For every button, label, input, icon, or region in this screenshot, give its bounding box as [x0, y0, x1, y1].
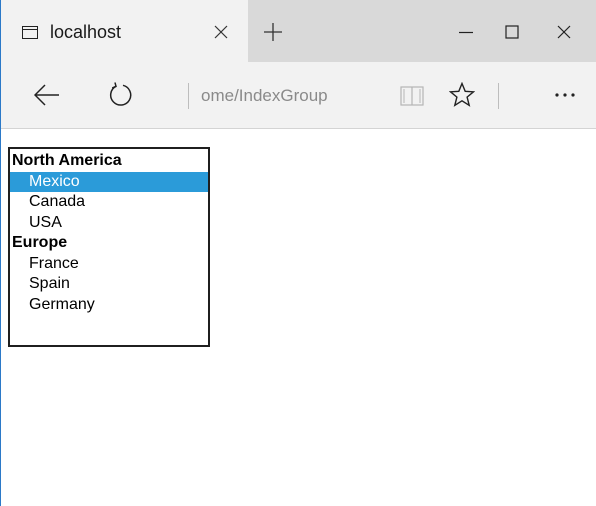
- option-france[interactable]: France: [10, 254, 208, 275]
- toolbar-divider: [188, 83, 189, 109]
- address-bar[interactable]: ome/IndexGroup: [201, 83, 381, 109]
- toolbar-divider: [498, 83, 499, 109]
- option-mexico[interactable]: Mexico: [10, 171, 208, 192]
- option-germany[interactable]: Germany: [10, 295, 208, 316]
- new-tab-plus-icon[interactable]: [259, 18, 287, 46]
- close-window-icon[interactable]: [541, 12, 587, 52]
- favorite-star-icon[interactable]: [446, 79, 478, 111]
- optgroup-north-america: North America: [12, 152, 122, 169]
- country-listbox[interactable]: North America Mexico Canada USA Europe F…: [8, 147, 210, 347]
- refresh-icon[interactable]: [105, 79, 137, 111]
- close-tab-icon[interactable]: [207, 18, 235, 46]
- tab-title: localhost: [50, 22, 122, 42]
- more-ellipsis-icon[interactable]: [549, 79, 581, 111]
- minimize-icon[interactable]: [443, 12, 489, 52]
- reading-view-book-icon[interactable]: [397, 81, 427, 111]
- browser-window: localhost ome/IndexGroup North America M…: [0, 0, 596, 506]
- back-arrow-icon[interactable]: [31, 79, 63, 111]
- optgroup-europe: Europe: [12, 234, 68, 251]
- page-content: North America Mexico Canada USA Europe F…: [1, 129, 596, 506]
- navigation-bar: ome/IndexGroup: [1, 62, 596, 129]
- option-spain[interactable]: Spain: [10, 274, 208, 295]
- option-canada[interactable]: Canada: [10, 192, 208, 213]
- option-usa[interactable]: USA: [10, 213, 208, 234]
- page-icon: [22, 26, 38, 39]
- maximize-icon[interactable]: [489, 12, 535, 52]
- browser-tab[interactable]: localhost: [1, 0, 248, 62]
- title-bar: localhost: [1, 0, 596, 62]
